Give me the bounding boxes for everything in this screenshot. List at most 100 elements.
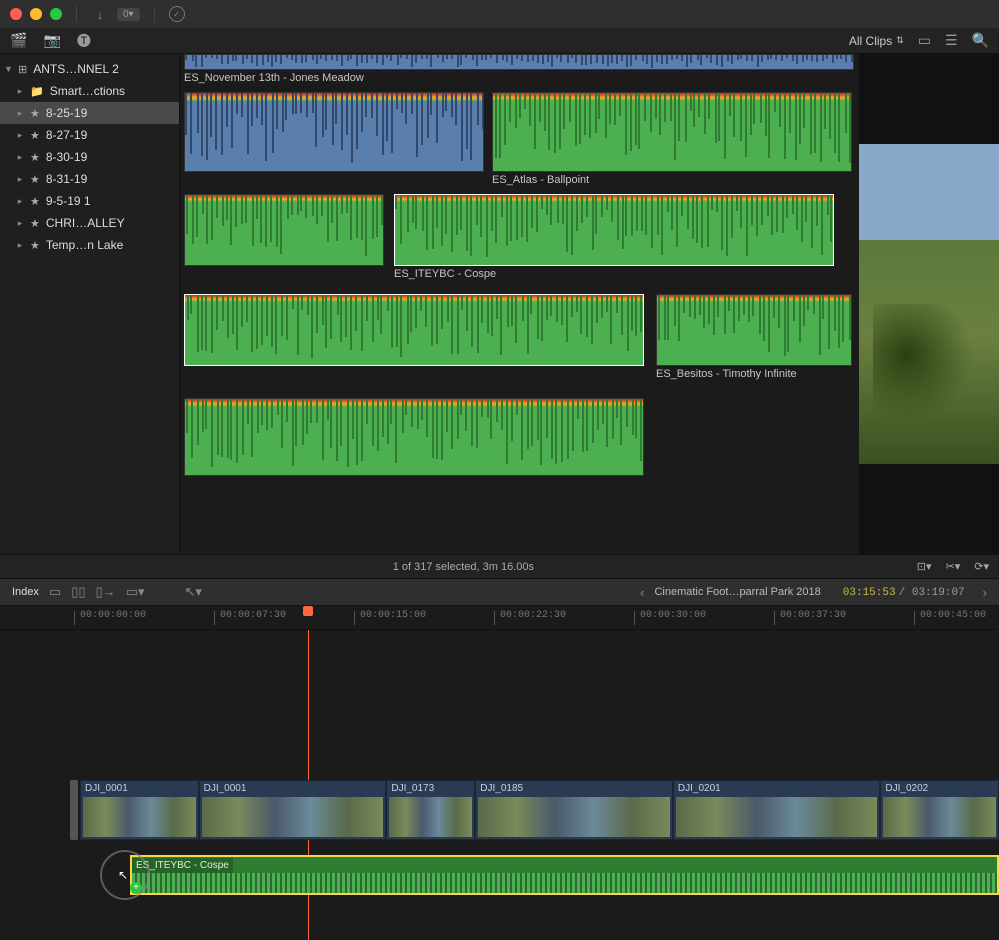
sidebar-item[interactable]: ▸ ★ Temp…n Lake [0,234,179,256]
filmstrip-view-icon[interactable]: ▭ [918,32,931,49]
video-clip[interactable]: DJI_0173 [386,780,475,840]
chevron-updown-icon: ⇅ [896,35,904,46]
sidebar-item-label: 9-5-19 1 [46,194,91,208]
sidebar-item-label: 8-31-19 [46,172,87,186]
disclosure-triangle-icon[interactable]: ▼ [4,64,12,74]
sidebar-item[interactable]: ▸★8-25-19 [0,102,179,124]
connected-audio-clip[interactable]: ES_ITEYBC - Cospe [130,855,999,895]
append-clip-icon[interactable]: ▯→ [96,584,116,600]
connect-clip-icon[interactable]: ▭ [49,584,61,600]
disclosure-triangle-icon[interactable]: ▸ [16,152,24,163]
ruler-tick: 00:00:15:00 [360,610,426,621]
disclosure-triangle-icon[interactable]: ▸ [16,108,24,119]
timecode-current: 03:15:53 [843,587,896,599]
audio-clip[interactable] [184,194,384,266]
event-star-icon: ★ [30,239,40,252]
list-view-icon[interactable]: ☰ [945,32,958,49]
retiming-icon[interactable]: ⟳▾ [974,560,989,573]
media-browser[interactable]: ES_November 13th - Jones Meadow ES_Atlas… [180,54,859,554]
tools-icon[interactable]: ✂▾ [946,560,961,573]
disclosure-triangle-icon[interactable]: ▸ [16,86,24,97]
history-back-icon[interactable]: ‹ [640,585,644,600]
library-sidebar: ▼ ⊞ ANTS…NNEL 2 ▸📁Smart…ctions▸★8-25-19▸… [0,54,180,554]
library-grid-icon: ⊞ [18,63,27,76]
timeline-breadcrumb[interactable]: Cinematic Foot…parral Park 2018 [654,586,820,598]
browser-status-bar: 1 of 317 selected, 3m 16.00s ⊡▾ ✂▾ ⟳▾ [0,554,999,578]
clip-filter-label: All Clips [849,34,892,48]
library-view-icon[interactable]: 🎬 [10,32,27,49]
disclosure-triangle-icon[interactable]: ▸ [16,130,24,141]
viewer-preview[interactable] [859,144,999,464]
timeline-index-button[interactable]: Index [12,586,39,598]
event-star-icon: ★ [30,173,40,186]
window-zoom-button[interactable] [50,8,62,20]
sidebar-item-label: Temp…n Lake [46,238,123,252]
video-clip-label: DJI_0201 [674,781,725,796]
folder-icon: 📁 [30,85,44,98]
video-clip-label: DJI_0173 [387,781,438,796]
background-tasks-icon[interactable]: ✓ [169,6,185,22]
ruler-tick: 00:00:22:30 [500,610,566,621]
photos-view-icon[interactable]: 📷 [43,32,60,49]
timeline-ruler[interactable]: 00:00:00:0000:00:07:3000:00:15:0000:00:2… [0,606,999,630]
clip-appearance-icon[interactable]: ⊡▾ [917,560,932,573]
video-clip[interactable]: DJI_0202 [880,780,999,840]
library-root[interactable]: ▼ ⊞ ANTS…NNEL 2 [0,58,179,80]
audio-clip[interactable] [184,92,484,172]
timeline[interactable]: DJI_0001 DJI_0001 DJI_0173 DJI_0185 DJI_0201… [0,630,999,940]
audio-clip[interactable] [184,398,644,476]
video-clip[interactable]: DJI_0185 [475,780,673,840]
event-star-icon: ★ [30,195,40,208]
event-star-icon: ★ [30,151,40,164]
insert-clip-icon[interactable]: ▯▯ [71,584,85,600]
window-minimize-button[interactable] [30,8,42,20]
video-clip-label: DJI_0001 [81,781,132,796]
ruler-tick: 00:00:30:00 [640,610,706,621]
keyword-pill[interactable]: 0▾ [117,8,140,21]
audio-clip-selected[interactable] [394,194,834,266]
clip-label: ES_ITEYBC - Cospe [394,268,834,280]
window-titlebar: ↓ 0▾ ✓ [0,0,999,28]
sidebar-item[interactable]: ▸ ★ 9-5-19 1 [0,190,179,212]
audio-clip-scrubber[interactable] [184,54,854,70]
disclosure-triangle-icon[interactable]: ▸ [16,174,24,185]
video-clip-label: DJI_0001 [200,781,251,796]
disclosure-triangle-icon[interactable]: ▸ [16,196,24,207]
playhead-marker[interactable] [303,606,313,616]
select-tool-icon[interactable]: ↖▾ [185,584,202,600]
search-icon[interactable]: 🔍 [972,32,989,49]
overwrite-clip-icon[interactable]: ▭▾ [126,584,145,600]
video-clip[interactable]: DJI_0201 [673,780,881,840]
track-resize-handle[interactable] [70,780,78,840]
library-name: ANTS…NNEL 2 [33,62,119,76]
selection-status: 1 of 317 selected, 3m 16.00s [10,561,917,573]
audio-clip[interactable] [656,294,852,366]
viewer-panel [859,54,999,554]
video-clip-label: DJI_0202 [881,781,932,796]
video-clip[interactable]: DJI_0001 [199,780,387,840]
ruler-tick: 00:00:45:00 [920,610,986,621]
disclosure-triangle-icon[interactable]: ▸ [16,218,24,229]
history-forward-icon[interactable]: › [983,585,987,600]
sidebar-item[interactable]: ▸★CHRI…ALLEY [0,212,179,234]
event-star-icon: ★ [30,217,40,230]
window-close-button[interactable] [10,8,22,20]
clip-filter-dropdown[interactable]: All Clips ⇅ [849,34,904,48]
clip-label: ES_November 13th - Jones Meadow [184,72,854,84]
video-clip[interactable]: DJI_0001 [80,780,199,840]
video-clip-label: DJI_0185 [476,781,527,796]
sidebar-item[interactable]: ▸📁Smart…ctions [0,80,179,102]
audio-clip[interactable] [492,92,852,172]
disclosure-triangle-icon[interactable]: ▸ [16,240,24,251]
clip-label: ES_Atlas - Ballpoint [492,174,852,186]
audio-clip-selected[interactable] [184,294,644,366]
sidebar-item[interactable]: ▸★8-30-19 [0,146,179,168]
sidebar-item-label: 8-27-19 [46,128,87,142]
import-icon[interactable]: ↓ [91,7,109,22]
primary-storyline[interactable]: DJI_0001 DJI_0001 DJI_0173 DJI_0185 DJI_0201… [80,780,999,840]
ruler-tick: 00:00:37:30 [780,610,846,621]
sidebar-item-label: 8-25-19 [46,106,87,120]
sidebar-item[interactable]: ▸ ★ 8-31-19 [0,168,179,190]
sidebar-item[interactable]: ▸★8-27-19 [0,124,179,146]
titles-view-icon[interactable]: 🅣 [77,31,91,51]
